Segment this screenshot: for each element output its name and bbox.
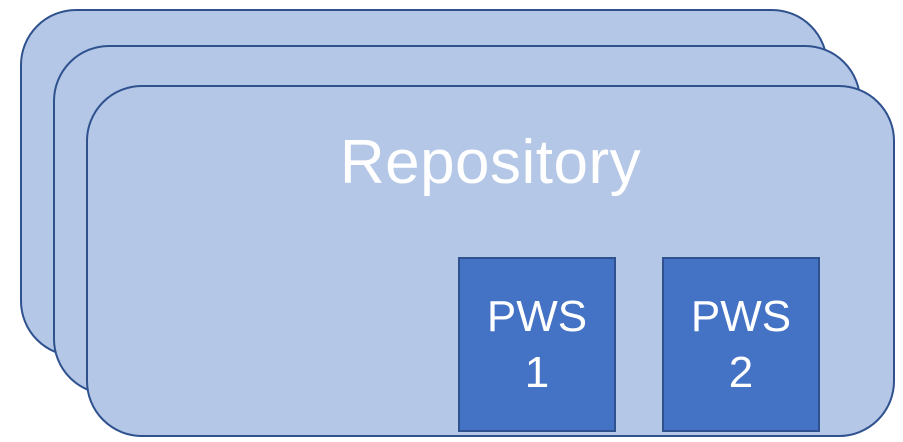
pws-box-1: PWS 1 bbox=[458, 257, 616, 432]
repository-card-front: Repository PWS 1 PWS 2 bbox=[86, 85, 895, 437]
pws-box-2-number: 2 bbox=[728, 347, 754, 397]
pws-box-1-label: PWS bbox=[486, 291, 588, 341]
pws-box-1-number: 1 bbox=[524, 347, 550, 397]
pws-box-2: PWS 2 bbox=[662, 257, 820, 432]
pws-box-2-label: PWS bbox=[690, 291, 792, 341]
repository-title: Repository bbox=[339, 128, 642, 197]
